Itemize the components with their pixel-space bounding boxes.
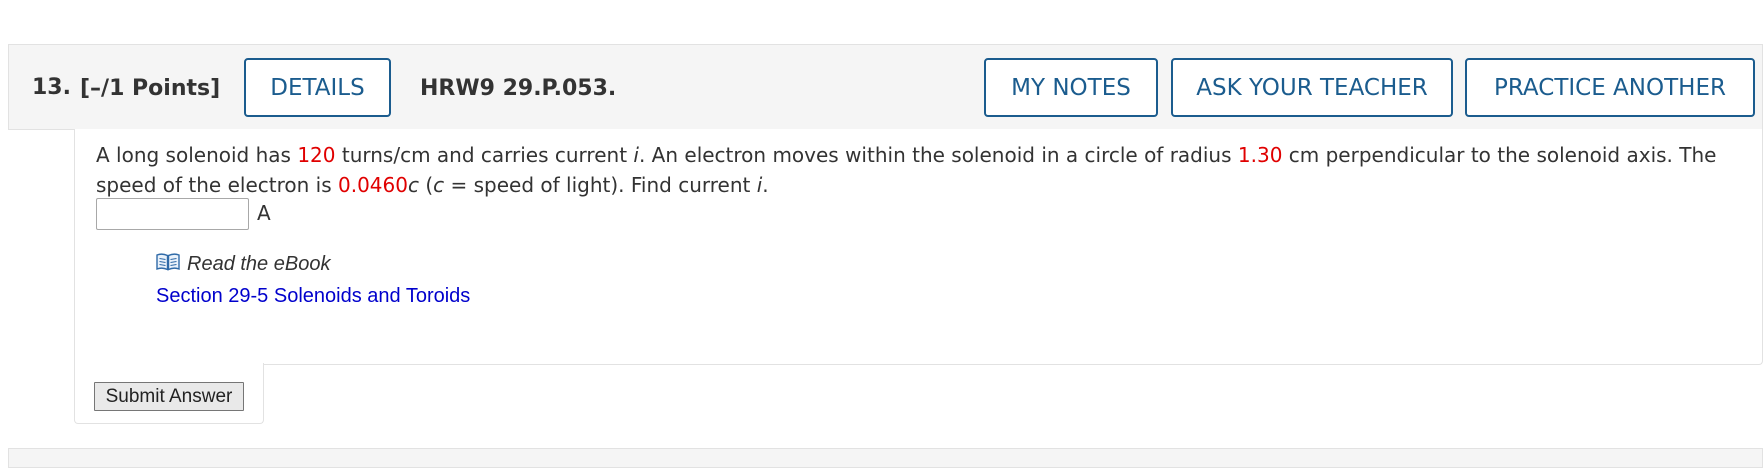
- ebook-section-link[interactable]: Section 29-5 Solenoids and Toroids: [156, 285, 470, 308]
- given-turns: 120: [297, 143, 336, 167]
- question-header: 13. [–/1 Points] DETAILS HRW9 29.P.053. …: [8, 44, 1763, 130]
- question-number: 13.: [32, 75, 71, 100]
- open-book-icon: [156, 252, 180, 272]
- given-radius: 1.30: [1237, 143, 1283, 167]
- given-speed: 0.0460: [337, 173, 408, 197]
- question-points: [–/1 Points]: [80, 76, 221, 101]
- ask-your-teacher-button[interactable]: ASK YOUR TEACHER: [1171, 58, 1453, 117]
- answer-input[interactable]: [96, 198, 249, 230]
- my-notes-button[interactable]: MY NOTES: [984, 58, 1158, 117]
- read-ebook-label: Read the eBook: [187, 253, 331, 275]
- next-question-header: [8, 448, 1763, 468]
- submit-answer-button[interactable]: Submit Answer: [94, 382, 244, 411]
- question-code: HRW9 29.P.053.: [420, 76, 617, 101]
- question-text: A long solenoid has 120 turns/cm and car…: [96, 143, 1717, 197]
- answer-unit: A: [257, 201, 271, 225]
- practice-another-button[interactable]: PRACTICE ANOTHER: [1465, 58, 1755, 117]
- details-button[interactable]: DETAILS: [244, 58, 391, 117]
